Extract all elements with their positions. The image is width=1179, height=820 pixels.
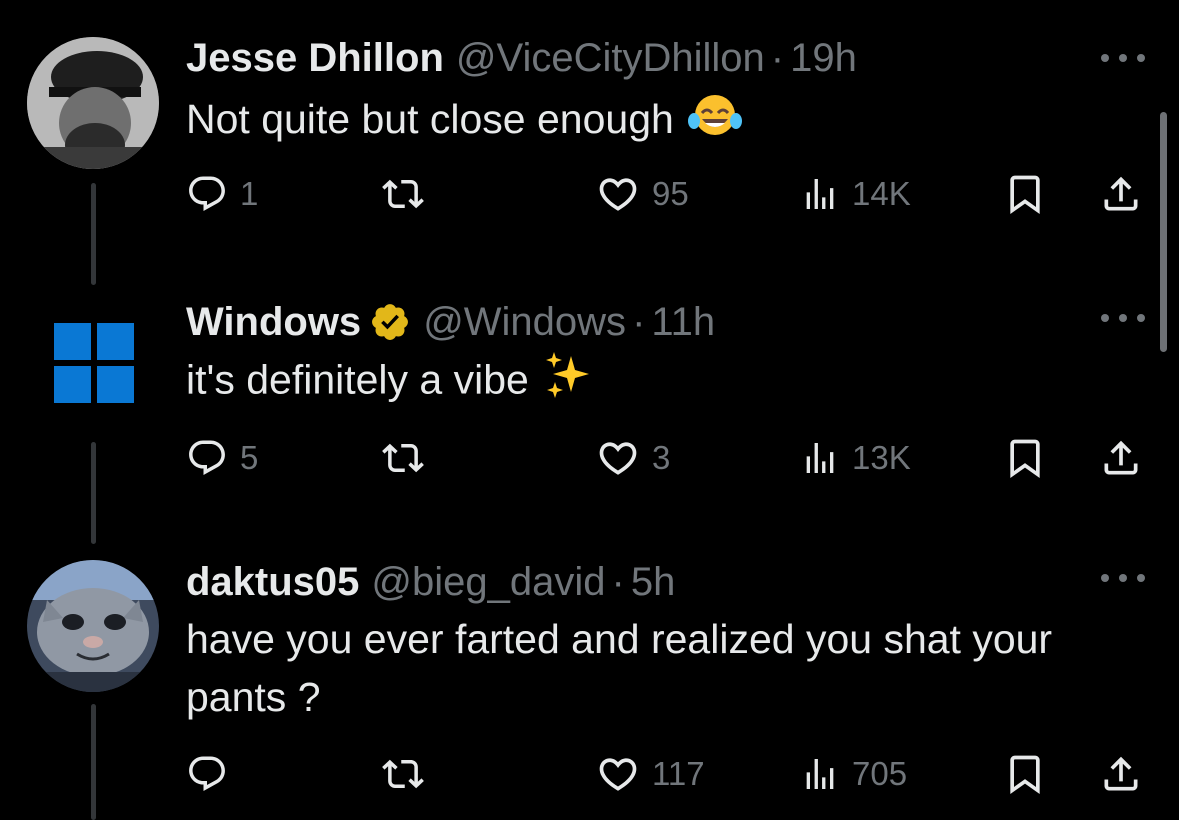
timestamp[interactable]: 5h bbox=[631, 560, 676, 605]
reply-icon bbox=[186, 753, 228, 795]
tweet-actions: 117 705 bbox=[186, 748, 1149, 800]
display-name[interactable]: daktus05 bbox=[186, 560, 359, 605]
views-icon bbox=[800, 174, 840, 214]
views-button[interactable]: 13K bbox=[800, 432, 911, 484]
reply-button[interactable] bbox=[186, 748, 240, 800]
tweet-text-content: have you ever farted and realized you sh… bbox=[186, 616, 1053, 720]
reply-icon bbox=[186, 173, 228, 215]
tweet-jesse-dhillon[interactable]: Jesse Dhillon @ViceCityDhillon · 19h Not… bbox=[0, 0, 1179, 300]
retweet-icon bbox=[382, 173, 424, 215]
user-handle[interactable]: @ViceCityDhillon bbox=[456, 36, 765, 81]
separator-dot: · bbox=[632, 299, 646, 344]
more-options-icon[interactable] bbox=[1101, 568, 1145, 588]
tweet-text: it's definitely a vibe bbox=[186, 350, 1146, 415]
timestamp[interactable]: 11h bbox=[651, 300, 715, 345]
heart-icon bbox=[596, 172, 640, 216]
tweet-windows[interactable]: Windows @Windows · 11h it's definitely a… bbox=[0, 300, 1179, 560]
like-count: 95 bbox=[652, 175, 689, 212]
view-count: 705 bbox=[852, 755, 908, 792]
views-icon bbox=[800, 754, 840, 794]
avatar-jesse-dhillon[interactable] bbox=[27, 37, 159, 169]
scrollbar[interactable] bbox=[1160, 112, 1167, 352]
tweet-header: daktus05 @bieg_david · 5h bbox=[186, 560, 675, 604]
view-count: 14K bbox=[852, 175, 911, 212]
bookmark-icon bbox=[1003, 436, 1047, 480]
retweet-icon bbox=[382, 753, 424, 795]
view-count: 13K bbox=[852, 439, 911, 476]
retweet-icon bbox=[382, 437, 424, 479]
views-icon bbox=[800, 438, 840, 478]
bookmark-icon bbox=[1003, 172, 1047, 216]
tweet-actions: 1 95 14K bbox=[186, 168, 1149, 220]
tweet-text-content: Not quite but close enough bbox=[186, 96, 674, 142]
more-options-icon[interactable] bbox=[1101, 308, 1145, 328]
like-button[interactable]: 95 bbox=[596, 168, 689, 220]
tweet-text-content: it's definitely a vibe bbox=[186, 356, 529, 403]
tweet-header: Windows @Windows · 11h bbox=[186, 300, 715, 344]
windows-logo-icon bbox=[54, 323, 134, 403]
reply-count: 1 bbox=[240, 175, 259, 212]
sparkles-icon bbox=[543, 350, 593, 415]
views-button[interactable]: 14K bbox=[800, 168, 911, 220]
bookmark-icon bbox=[1003, 752, 1047, 796]
display-name[interactable]: Windows bbox=[186, 300, 361, 345]
thread-line bbox=[91, 704, 96, 820]
like-button[interactable]: 3 bbox=[596, 432, 670, 484]
share-icon bbox=[1099, 172, 1143, 216]
face-with-tears-of-joy-icon bbox=[687, 91, 742, 154]
like-count: 117 bbox=[652, 755, 705, 792]
tweet-text: have you ever farted and realized you sh… bbox=[186, 610, 1146, 726]
share-icon bbox=[1099, 436, 1143, 480]
avatar-photo bbox=[27, 37, 159, 169]
reply-button[interactable]: 1 bbox=[186, 168, 258, 220]
bookmark-button[interactable] bbox=[1003, 748, 1047, 800]
reply-button[interactable]: 5 bbox=[186, 432, 258, 484]
reply-count: 5 bbox=[240, 439, 259, 476]
views-button[interactable]: 705 bbox=[800, 748, 907, 800]
reply-timeline: Jesse Dhillon @ViceCityDhillon · 19h Not… bbox=[0, 0, 1179, 820]
reply-icon bbox=[186, 437, 228, 479]
avatar-photo bbox=[27, 560, 159, 692]
heart-icon bbox=[596, 436, 640, 480]
verified-badge-icon bbox=[369, 301, 411, 343]
thread-line bbox=[91, 442, 96, 544]
tweet-daktus05[interactable]: daktus05 @bieg_david · 5h have you ever … bbox=[0, 560, 1179, 820]
tweet-header: Jesse Dhillon @ViceCityDhillon · 19h bbox=[186, 36, 857, 80]
share-button[interactable] bbox=[1099, 432, 1143, 484]
tweet-actions: 5 3 13K bbox=[186, 432, 1149, 484]
more-options-icon[interactable] bbox=[1101, 48, 1145, 68]
bookmark-button[interactable] bbox=[1003, 168, 1047, 220]
avatar-daktus05[interactable] bbox=[27, 560, 159, 692]
user-handle[interactable]: @bieg_david bbox=[371, 560, 605, 605]
avatar-windows[interactable] bbox=[27, 300, 159, 432]
display-name[interactable]: Jesse Dhillon bbox=[186, 36, 444, 81]
separator-dot: · bbox=[770, 35, 785, 80]
user-handle[interactable]: @Windows bbox=[423, 300, 626, 345]
retweet-button[interactable] bbox=[382, 168, 436, 220]
tweet-text: Not quite but close enough bbox=[186, 90, 1146, 154]
share-icon bbox=[1099, 752, 1143, 796]
retweet-button[interactable] bbox=[382, 432, 436, 484]
share-button[interactable] bbox=[1099, 168, 1143, 220]
retweet-button[interactable] bbox=[382, 748, 436, 800]
heart-icon bbox=[596, 752, 640, 796]
like-button[interactable]: 117 bbox=[596, 748, 705, 800]
separator-dot: · bbox=[611, 559, 625, 604]
share-button[interactable] bbox=[1099, 748, 1143, 800]
thread-line bbox=[91, 183, 96, 285]
like-count: 3 bbox=[652, 439, 671, 476]
bookmark-button[interactable] bbox=[1003, 432, 1047, 484]
timestamp[interactable]: 19h bbox=[790, 36, 857, 81]
